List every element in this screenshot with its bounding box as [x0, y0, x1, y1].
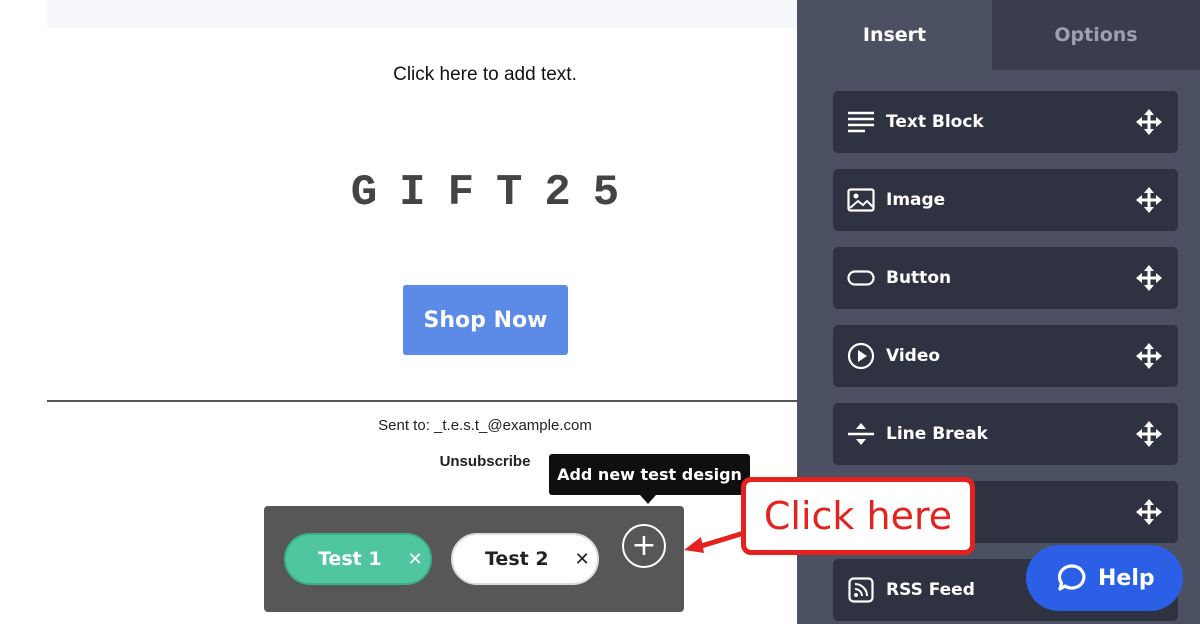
add-text-placeholder[interactable]: Click here to add text. — [47, 64, 923, 86]
test-tab-2[interactable]: Test 2 ✕ — [451, 533, 599, 585]
test-tab-1[interactable]: Test 1 ✕ — [284, 533, 432, 585]
add-test-tooltip: Add new test design — [549, 454, 750, 495]
tab-options[interactable]: Options — [992, 0, 1200, 70]
block-label: Text Block — [886, 112, 984, 132]
move-icon[interactable] — [1136, 109, 1162, 135]
text-lines-icon — [846, 107, 876, 137]
button-shape-icon — [846, 263, 876, 293]
annotation-arrow — [684, 530, 745, 553]
tooltip-tail — [640, 495, 656, 504]
block-label: RSS Feed — [886, 580, 975, 600]
move-icon[interactable] — [1136, 421, 1162, 447]
block-label: Button — [886, 268, 952, 288]
block-video[interactable]: Video — [833, 325, 1178, 387]
click-here-callout: Click here — [741, 477, 975, 555]
add-test-button[interactable]: + — [622, 524, 666, 568]
tab-insert[interactable]: Insert — [797, 0, 992, 70]
block-line-break[interactable]: Line Break — [833, 403, 1178, 465]
footer-divider — [47, 400, 797, 402]
move-icon[interactable] — [1136, 265, 1162, 291]
sent-to-text: Sent to: _t.e.s.t_@example.com — [378, 417, 592, 434]
close-icon[interactable]: ✕ — [408, 549, 423, 570]
top-strip — [47, 0, 797, 28]
test-design-bar: Test 1 ✕ Test 2 ✕ + — [264, 506, 684, 612]
rss-icon — [846, 575, 876, 605]
move-icon[interactable] — [1136, 499, 1162, 525]
line-break-icon — [846, 419, 876, 449]
image-icon — [846, 185, 876, 215]
unsubscribe-link[interactable]: Unsubscribe — [47, 453, 923, 470]
close-icon[interactable]: ✕ — [575, 549, 590, 570]
block-label: Video — [886, 346, 941, 366]
test-tab-label: Test 1 — [318, 548, 382, 570]
block-label: Image — [886, 190, 946, 210]
help-button[interactable]: Help — [1026, 545, 1183, 611]
block-label: Line Break — [886, 424, 988, 444]
move-icon[interactable] — [1136, 187, 1162, 213]
block-button[interactable]: Button — [833, 247, 1178, 309]
coupon-code[interactable]: GIFT25 — [47, 168, 923, 218]
block-text[interactable]: Text Block — [833, 91, 1178, 153]
shop-now-button[interactable]: Shop Now — [403, 285, 568, 355]
move-icon[interactable] — [1136, 343, 1162, 369]
block-image[interactable]: Image — [833, 169, 1178, 231]
test-tab-label: Test 2 — [485, 548, 549, 570]
chat-bubble-icon — [1057, 564, 1086, 591]
help-label: Help — [1098, 565, 1155, 591]
play-circle-icon — [846, 341, 876, 371]
